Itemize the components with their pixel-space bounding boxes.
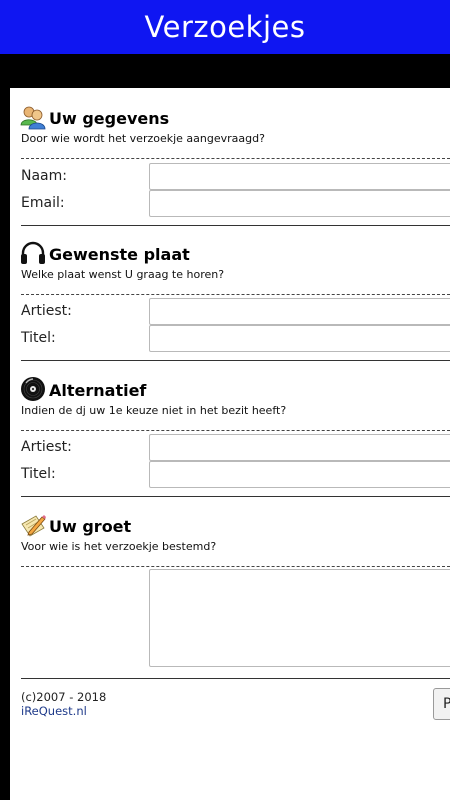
message-textarea[interactable]	[149, 569, 450, 667]
name-field: Naam:	[21, 163, 450, 190]
section-separator	[21, 225, 450, 226]
email-input[interactable]	[149, 190, 450, 217]
site-link[interactable]: iReQuest.nl	[21, 704, 87, 718]
users-icon	[20, 106, 46, 130]
app-title: Verzoekjes	[144, 10, 306, 44]
title-label: Titel:	[21, 330, 56, 346]
note-pencil-icon	[21, 515, 46, 537]
divider	[21, 430, 450, 431]
section-subtitle: Welke plaat wenst U graag te horen?	[21, 268, 225, 281]
alt-artist-field: Artiest:	[21, 434, 450, 461]
artist-field: Artiest:	[21, 298, 450, 325]
left-edge	[0, 88, 10, 800]
section-title: Gewenste plaat	[49, 245, 190, 264]
section-separator	[21, 496, 450, 497]
app-bar: Verzoekjes	[0, 0, 450, 54]
alt-artist-label: Artiest:	[21, 439, 72, 455]
title-field: Titel:	[21, 325, 450, 352]
section-separator	[21, 678, 450, 679]
section-title: Uw gegevens	[49, 109, 170, 128]
top-band	[0, 54, 450, 88]
section-header: Uw gegevens	[20, 96, 169, 130]
alt-artist-input[interactable]	[149, 434, 450, 461]
section-subtitle: Door wie wordt het verzoekje aangevraagd…	[21, 132, 265, 145]
artist-label: Artiest:	[21, 303, 72, 319]
section-separator	[21, 360, 450, 361]
section-header: Alternatief	[20, 368, 146, 402]
alt-title-field: Titel:	[21, 461, 450, 488]
submit-button[interactable]: P	[433, 688, 450, 720]
email-label: Email:	[21, 195, 65, 211]
section-subtitle: Indien de dj uw 1e keuze niet in het bez…	[21, 404, 287, 417]
alt-title-label: Titel:	[21, 466, 56, 482]
section-subtitle: Voor wie is het verzoekje bestemd?	[21, 540, 217, 553]
request-form: Uw gegevens Door wie wordt het verzoekje…	[10, 88, 450, 800]
divider	[21, 158, 450, 159]
name-label: Naam:	[21, 168, 67, 184]
email-field: Email:	[21, 190, 450, 217]
copyright-text: (c)2007 - 2018	[21, 690, 107, 704]
title-input[interactable]	[149, 325, 450, 352]
section-title: Uw groet	[49, 517, 132, 536]
section-header: Gewenste plaat	[20, 232, 190, 266]
section-title: Alternatief	[49, 381, 147, 400]
name-input[interactable]	[149, 163, 450, 190]
divider	[21, 566, 450, 567]
artist-input[interactable]	[149, 298, 450, 325]
divider	[21, 294, 450, 295]
alt-title-input[interactable]	[149, 461, 450, 488]
vinyl-record-icon	[21, 377, 45, 401]
section-header: Uw groet	[20, 504, 131, 538]
headphones-icon	[21, 241, 45, 264]
